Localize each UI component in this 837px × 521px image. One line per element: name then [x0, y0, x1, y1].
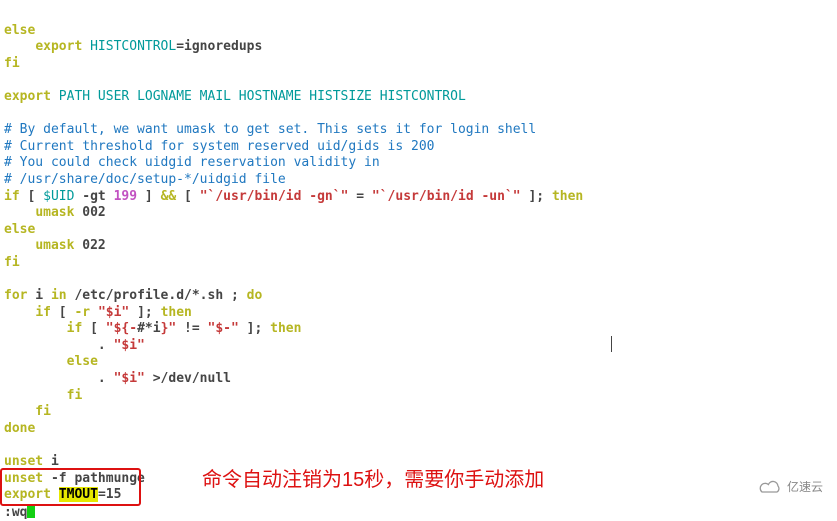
kw-fi: fi	[4, 56, 20, 71]
kw-export: export	[4, 89, 59, 104]
kw-export: export	[35, 39, 90, 54]
cloud-icon	[758, 480, 784, 496]
kw-else: else	[4, 23, 35, 38]
watermark: 亿速云	[758, 479, 823, 496]
comment: # /usr/share/doc/setup-*/uidgid file	[4, 172, 286, 187]
highlight-box	[0, 468, 141, 506]
annotation-text: 命令自动注销为15秒，需要你手动添加	[202, 472, 544, 489]
watermark-label: 亿速云	[787, 479, 823, 496]
code-viewport: else export HISTCONTROL=ignoredups fi ex…	[4, 6, 583, 521]
vim-command: :wq	[4, 505, 27, 520]
comment: # By default, we want umask to get set. …	[4, 122, 536, 137]
comment: # Current threshold for system reserved …	[4, 139, 434, 154]
text-cursor-icon	[611, 336, 612, 352]
comment: # You could check uidgid reservation val…	[4, 155, 380, 170]
